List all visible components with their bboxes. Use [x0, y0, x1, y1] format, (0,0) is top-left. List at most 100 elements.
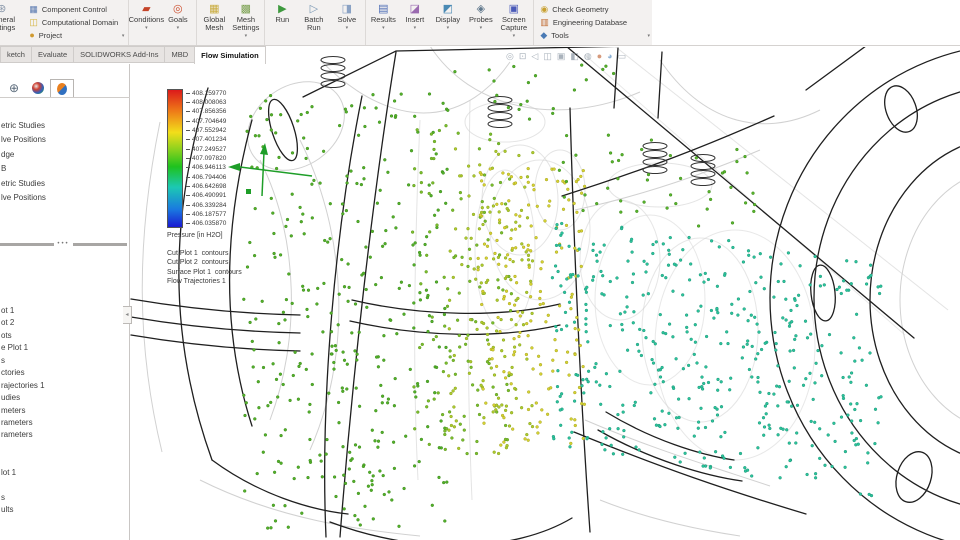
project-button[interactable]: ● Project ▾	[29, 29, 124, 41]
tree-item[interactable]: e Plot 1	[0, 342, 130, 354]
component-control-icon: ▦	[29, 5, 38, 14]
dropdown-arrow-icon: ▾	[346, 25, 349, 31]
button-label: Tools	[551, 31, 569, 40]
results-button[interactable]: ▤ Results ▾	[365, 0, 398, 45]
panel-tab-strip: ⊕	[2, 76, 74, 98]
tab-solidworks-add-ins[interactable]: SOLIDWORKS Add-Ins	[73, 46, 164, 63]
plot-caption: Surface Plot 1 contours	[167, 268, 242, 277]
hide-show-items-icon[interactable]: ◍	[583, 48, 593, 63]
legend-value: 406.187577	[192, 211, 226, 218]
legend-tick	[186, 158, 190, 159]
tree-item[interactable]	[0, 479, 130, 491]
tab-flow-simulation[interactable]: Flow Simulation	[194, 46, 266, 64]
tree-item[interactable]: ots	[0, 330, 130, 342]
edit-appearance-icon[interactable]: ●	[596, 48, 603, 63]
dropdown-arrow-icon: ▾	[447, 25, 450, 31]
legend-value: 408.008063	[192, 99, 226, 106]
legend-scale-row: 406.339284	[186, 201, 226, 209]
section-view-icon[interactable]: ◫	[542, 48, 553, 63]
tree-item[interactable]: rameters	[0, 429, 130, 441]
plot-caption: Flow Trajectories 1	[167, 277, 242, 286]
button-label: General Settings	[0, 16, 27, 32]
legend-scale-row: 406.946113	[186, 164, 226, 172]
component-control-button[interactable]: ▦ Component Control ▾	[29, 3, 124, 15]
legend-tick	[186, 177, 190, 178]
display-button[interactable]: ◩ Display ▾	[431, 0, 464, 45]
tree-item[interactable]: lot 1	[0, 467, 130, 479]
view-orientation-icon[interactable]: ▣	[556, 48, 567, 63]
general-settings-button[interactable]: ⊛ General Settings	[0, 0, 27, 45]
featuremanager-tab[interactable]: ⊕	[2, 79, 26, 98]
display-style-icon[interactable]: ◧	[569, 48, 580, 63]
tree-item[interactable]: ults	[0, 504, 130, 516]
button-label: Goals	[168, 16, 188, 24]
flow-simulation-analysis-tab[interactable]	[50, 79, 74, 98]
tree-item[interactable]: etric Studies	[0, 119, 130, 133]
mesh-settings-button[interactable]: ▩ Mesh Settings ▾	[229, 0, 262, 45]
check-geometry-button[interactable]: ◉ Check Geometry ▾	[540, 3, 650, 15]
legend-scale-row: 408.159770	[186, 89, 226, 97]
legend-tick	[186, 111, 190, 112]
tools-button[interactable]: ◆ Tools ▾	[540, 29, 650, 41]
engineering-database-button[interactable]: ▥ Engineering Database ▾	[540, 16, 650, 28]
zoom-fit-icon[interactable]: ◎	[505, 48, 515, 63]
tab-label: SOLIDWORKS Add-Ins	[80, 50, 158, 59]
legend-value: 407.552942	[192, 127, 226, 134]
tree-item[interactable]: ot 2	[0, 317, 130, 329]
dropdown-arrow-icon: ▾	[480, 25, 483, 31]
tree-item[interactable]: B	[0, 162, 130, 176]
tree-item[interactable]: udies	[0, 392, 130, 404]
apply-scene-icon[interactable]: ◕	[606, 48, 613, 63]
legend-scale-row: 407.856356	[186, 108, 226, 116]
command-tab-bar: ketch Evaluate SOLIDWORKS Add-Ins MBD Fl…	[0, 46, 266, 64]
button-label: Batch Run	[297, 16, 330, 32]
run-button[interactable]: ▶ Run ▾	[264, 0, 297, 45]
panel-splitter[interactable]: •••	[0, 241, 127, 247]
global-mesh-button[interactable]: ▦ Global Mesh ▾	[196, 0, 229, 45]
button-label: Display	[436, 16, 461, 24]
tree-item[interactable]: lve Positions	[0, 133, 130, 147]
tree-item[interactable]	[0, 442, 130, 454]
zoom-area-icon[interactable]: ⊡	[518, 48, 528, 63]
ribbon-group-area: ⊛ General Settings ▦ Component Control ▾…	[0, 0, 652, 45]
tree-item[interactable]	[0, 454, 130, 466]
tree-item[interactable]: meters	[0, 405, 130, 417]
screen-capture-button[interactable]: ▣ Screen Capture ▾	[497, 0, 530, 45]
tree-item[interactable]: rajectories 1	[0, 380, 130, 392]
legend-tick	[186, 205, 190, 206]
tree-item[interactable]: ctories	[0, 367, 130, 379]
display-manager-tab-icon	[32, 82, 44, 94]
tab-sketch[interactable]: ketch	[0, 46, 31, 63]
flow-simulation-tree-tab-icon	[57, 83, 67, 95]
legend-scale-row: 407.704649	[186, 117, 226, 125]
panel-collapse-handle[interactable]: ◂	[123, 306, 132, 324]
tree-item[interactable]: rameters	[0, 417, 130, 429]
probes-button[interactable]: ◈ Probes ▾	[464, 0, 497, 45]
legend-color-bar[interactable]	[167, 89, 183, 228]
viewport[interactable]	[130, 47, 960, 540]
goals-button[interactable]: ◎ Goals ▾	[161, 0, 194, 45]
tab-evaluate[interactable]: Evaluate	[31, 46, 73, 63]
tree-item[interactable]: lve Positions	[0, 191, 130, 205]
conditions-button[interactable]: ▰ Conditions ▾	[128, 0, 161, 45]
dropdown-arrow-icon: ▾	[145, 25, 148, 31]
legend-tick	[186, 149, 190, 150]
tree-item[interactable]: dge	[0, 148, 130, 162]
tree-item[interactable]: etric Studies	[0, 177, 130, 191]
tree-item[interactable]: s	[0, 492, 130, 504]
tree-item[interactable]: ot 1	[0, 305, 130, 317]
legend-tick	[186, 139, 190, 140]
batch-run-button[interactable]: ▷ Batch Run ▾	[297, 0, 330, 45]
previous-view-icon[interactable]: ◁	[530, 48, 539, 63]
insert-button[interactable]: ◪ Insert ▾	[398, 0, 431, 45]
solve-button[interactable]: ◨ Solve ▾	[330, 0, 363, 45]
view-settings-icon[interactable]: ▭	[617, 48, 628, 63]
legend-scale-row: 406.794406	[186, 173, 226, 181]
displaymanager-tab[interactable]	[26, 79, 50, 98]
tab-mbd[interactable]: MBD	[164, 46, 194, 63]
tree-item[interactable]: s	[0, 355, 130, 367]
computational-domain-button[interactable]: ◫ Computational Domain ▾	[29, 16, 124, 28]
dropdown-arrow-icon: ▾	[513, 33, 516, 39]
legend-scale-row: 406.490991	[186, 192, 226, 200]
legend-tick	[186, 93, 190, 94]
